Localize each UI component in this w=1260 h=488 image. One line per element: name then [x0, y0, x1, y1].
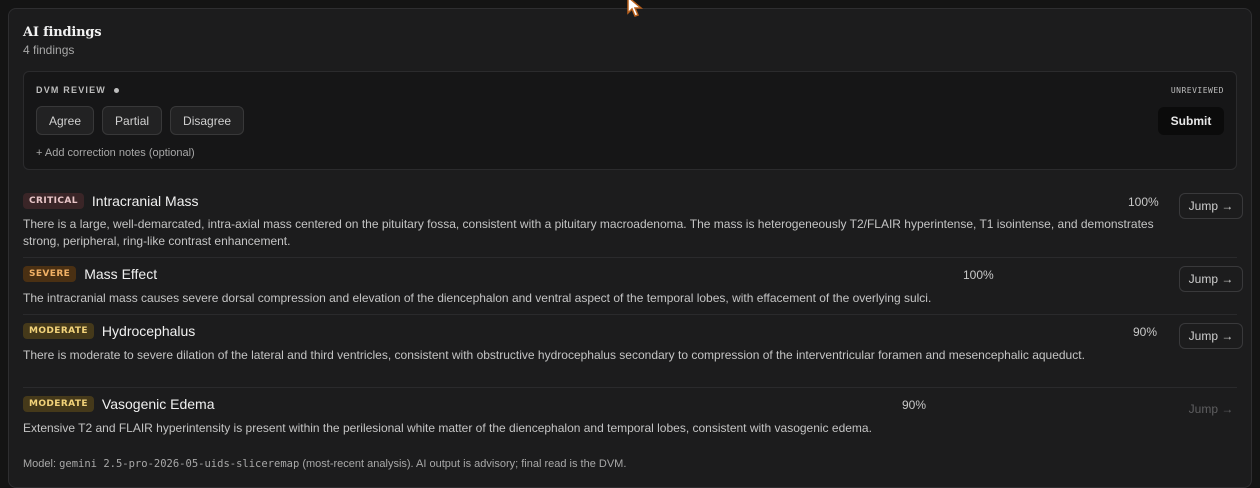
dvm-review-box: DVM REVIEW UNREVIEWED Agree Partial Disa…	[23, 71, 1237, 170]
finding-description: Extensive T2 and FLAIR hyperintensity is…	[23, 421, 872, 435]
partial-button[interactable]: Partial	[102, 106, 163, 135]
submit-button[interactable]: Submit	[1158, 107, 1224, 135]
confidence-value: 100%	[1128, 195, 1159, 209]
divider	[23, 387, 1237, 388]
model-name: gemini 2.5-pro-2026-05-uids-sliceremap	[59, 458, 300, 470]
confidence-value: 100%	[963, 268, 994, 282]
finding-header: MODERATE Hydrocephalus	[23, 323, 195, 339]
finding-name: Mass Effect	[84, 266, 158, 282]
finding-header: SEVERE Mass Effect	[23, 266, 157, 282]
status-dot-icon	[114, 87, 120, 93]
finding-header: CRITICAL Intracranial Mass	[23, 193, 198, 209]
finding-header: MODERATE Vasogenic Edema	[23, 396, 215, 412]
mouse-cursor-icon	[627, 0, 644, 17]
panel-title: AI findings	[23, 25, 102, 40]
jump-button[interactable]: Jump →	[1179, 323, 1243, 349]
verdict-buttons: Agree Partial Disagree	[36, 106, 245, 135]
finding-name: Intracranial Mass	[91, 193, 199, 209]
model-footer: Model: gemini 2.5-pro-2026-05-uids-slice…	[23, 458, 626, 470]
severity-badge: MODERATE	[23, 323, 94, 339]
confidence-value: 90%	[902, 398, 927, 412]
finding-description: There is a large, well-demarcated, intra…	[23, 217, 1154, 248]
confidence-value: 90%	[1133, 325, 1158, 339]
finding-description: The intracranial mass causes severe dors…	[23, 291, 932, 305]
finding-description: There is moderate to severe dilation of …	[23, 348, 1085, 362]
disagree-button[interactable]: Disagree	[170, 106, 245, 135]
footer-suffix: (most-recent analysis). AI output is adv…	[299, 458, 627, 470]
jump-button[interactable]: Jump →	[1179, 396, 1243, 422]
review-label: DVM REVIEW	[36, 85, 107, 95]
jump-button[interactable]: Jump →	[1179, 193, 1243, 219]
finding-name: Vasogenic Edema	[101, 396, 215, 412]
review-label-row: DVM REVIEW	[36, 85, 120, 95]
divider	[23, 314, 1237, 315]
agree-button[interactable]: Agree	[36, 106, 95, 135]
severity-badge: CRITICAL	[23, 193, 84, 209]
divider	[23, 257, 1237, 258]
ai-findings-panel: AI findings 4 findings DVM REVIEW UNREVI…	[8, 8, 1252, 488]
review-status: UNREVIEWED	[1170, 86, 1224, 95]
severity-badge: SEVERE	[23, 266, 77, 282]
findings-count: 4 findings	[23, 43, 75, 57]
severity-badge: MODERATE	[23, 396, 94, 412]
finding-name: Hydrocephalus	[101, 323, 196, 339]
jump-button[interactable]: Jump →	[1179, 266, 1243, 292]
footer-prefix: Model:	[23, 458, 60, 470]
add-notes-link[interactable]: + Add correction notes (optional)	[36, 147, 195, 159]
